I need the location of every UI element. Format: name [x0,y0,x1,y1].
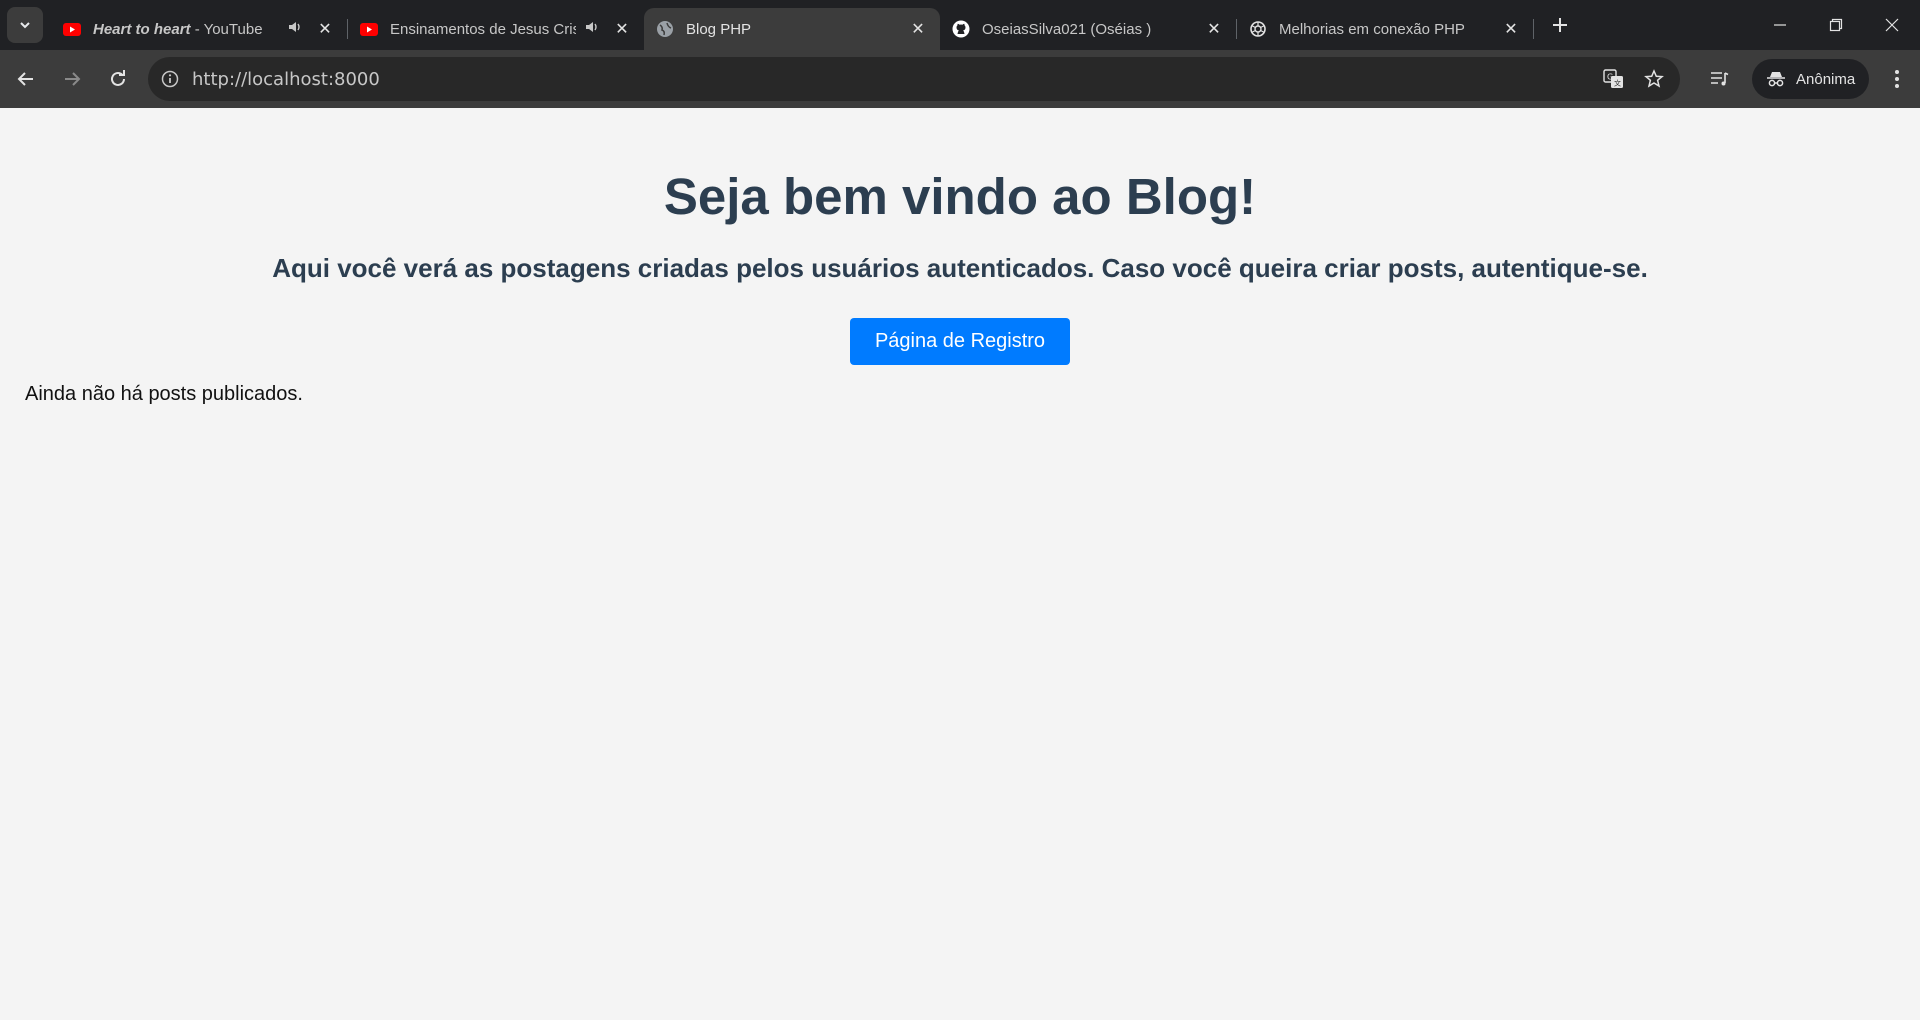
media-controls-icon[interactable] [1702,70,1738,88]
arrow-right-icon [65,72,81,86]
minimize-icon [1774,24,1786,26]
tab-title: Blog PHP [686,20,752,38]
profile-label: Anônima [1796,70,1856,88]
speaker-icon[interactable] [287,19,307,39]
close-icon[interactable]: ✕ [612,19,632,39]
tab-youtube-jesus[interactable]: Ensinamentos de Jesus Cristo ✕ [348,8,644,50]
navigation-toolbar: http://localhost:8000 G文 Anônima [0,50,1920,108]
info-icon[interactable] [148,70,192,88]
tab-search-button[interactable] [7,7,43,43]
tab-github[interactable]: OseiasSilva021 (Oséias ) ✕ [940,8,1236,50]
kebab-menu-icon[interactable] [1879,69,1915,89]
tab-chatgpt[interactable]: Melhorias em conexão PHP ✕ [1237,8,1533,50]
url-text[interactable]: http://localhost:8000 [192,69,380,90]
incognito-profile-button[interactable]: Anônima [1752,59,1870,99]
tab-title: Heart to heart - YouTube [93,20,263,38]
tab-title: Melhorias em conexão PHP [1279,20,1465,38]
back-button[interactable] [6,59,46,99]
translate-icon[interactable]: G文 [1600,69,1628,89]
page-subtitle: Aqui você verá as postagens criadas pelo… [272,253,1648,284]
incognito-icon [1767,72,1785,87]
youtube-icon [360,20,378,38]
close-icon[interactable]: ✕ [315,19,335,39]
chevron-down-icon [20,22,30,29]
new-tab-button[interactable] [1542,7,1578,43]
forward-button[interactable] [52,59,92,99]
tab-blog-php[interactable]: Blog PHP ✕ [644,8,940,50]
bookmark-star-icon[interactable] [1640,69,1668,89]
plus-icon [1553,18,1567,32]
globe-icon [656,20,674,38]
tab-title: Ensinamentos de Jesus Cristo [390,20,576,38]
window-controls [1752,0,1920,50]
page-content: Seja bem vindo ao Blog! Aqui você verá a… [0,108,1920,406]
register-page-button[interactable]: Página de Registro [849,318,1071,366]
tab-bar: Heart to heart - YouTube ✕ Ensinamentos … [0,0,1920,50]
close-icon[interactable]: ✕ [1501,19,1521,39]
github-icon [952,20,970,38]
page-title: Seja bem vindo ao Blog! [663,168,1257,225]
close-icon[interactable]: ✕ [1204,19,1224,39]
reload-button[interactable] [98,59,138,99]
youtube-icon [63,20,81,38]
close-window-button[interactable] [1864,0,1920,50]
tab-separator [1533,19,1534,39]
arrow-left-icon [17,72,33,86]
browser-chrome: Heart to heart - YouTube ✕ Ensinamentos … [0,0,1920,108]
restore-button[interactable] [1808,0,1864,50]
svg-text:G: G [1607,73,1613,82]
restore-icon [1829,18,1843,32]
tab-title: OseiasSilva021 (Oséias ) [982,20,1152,38]
close-icon [1885,18,1899,32]
reload-icon [111,70,125,86]
close-icon[interactable]: ✕ [908,19,928,39]
speaker-icon[interactable] [584,19,604,39]
empty-posts-message: Ainda não há posts publicados. [25,383,303,406]
address-bar[interactable]: http://localhost:8000 G文 [148,57,1680,101]
tab-youtube-heart[interactable]: Heart to heart - YouTube ✕ [51,8,347,50]
openai-icon [1249,20,1267,38]
svg-text:文: 文 [1614,79,1621,88]
minimize-button[interactable] [1752,0,1808,50]
